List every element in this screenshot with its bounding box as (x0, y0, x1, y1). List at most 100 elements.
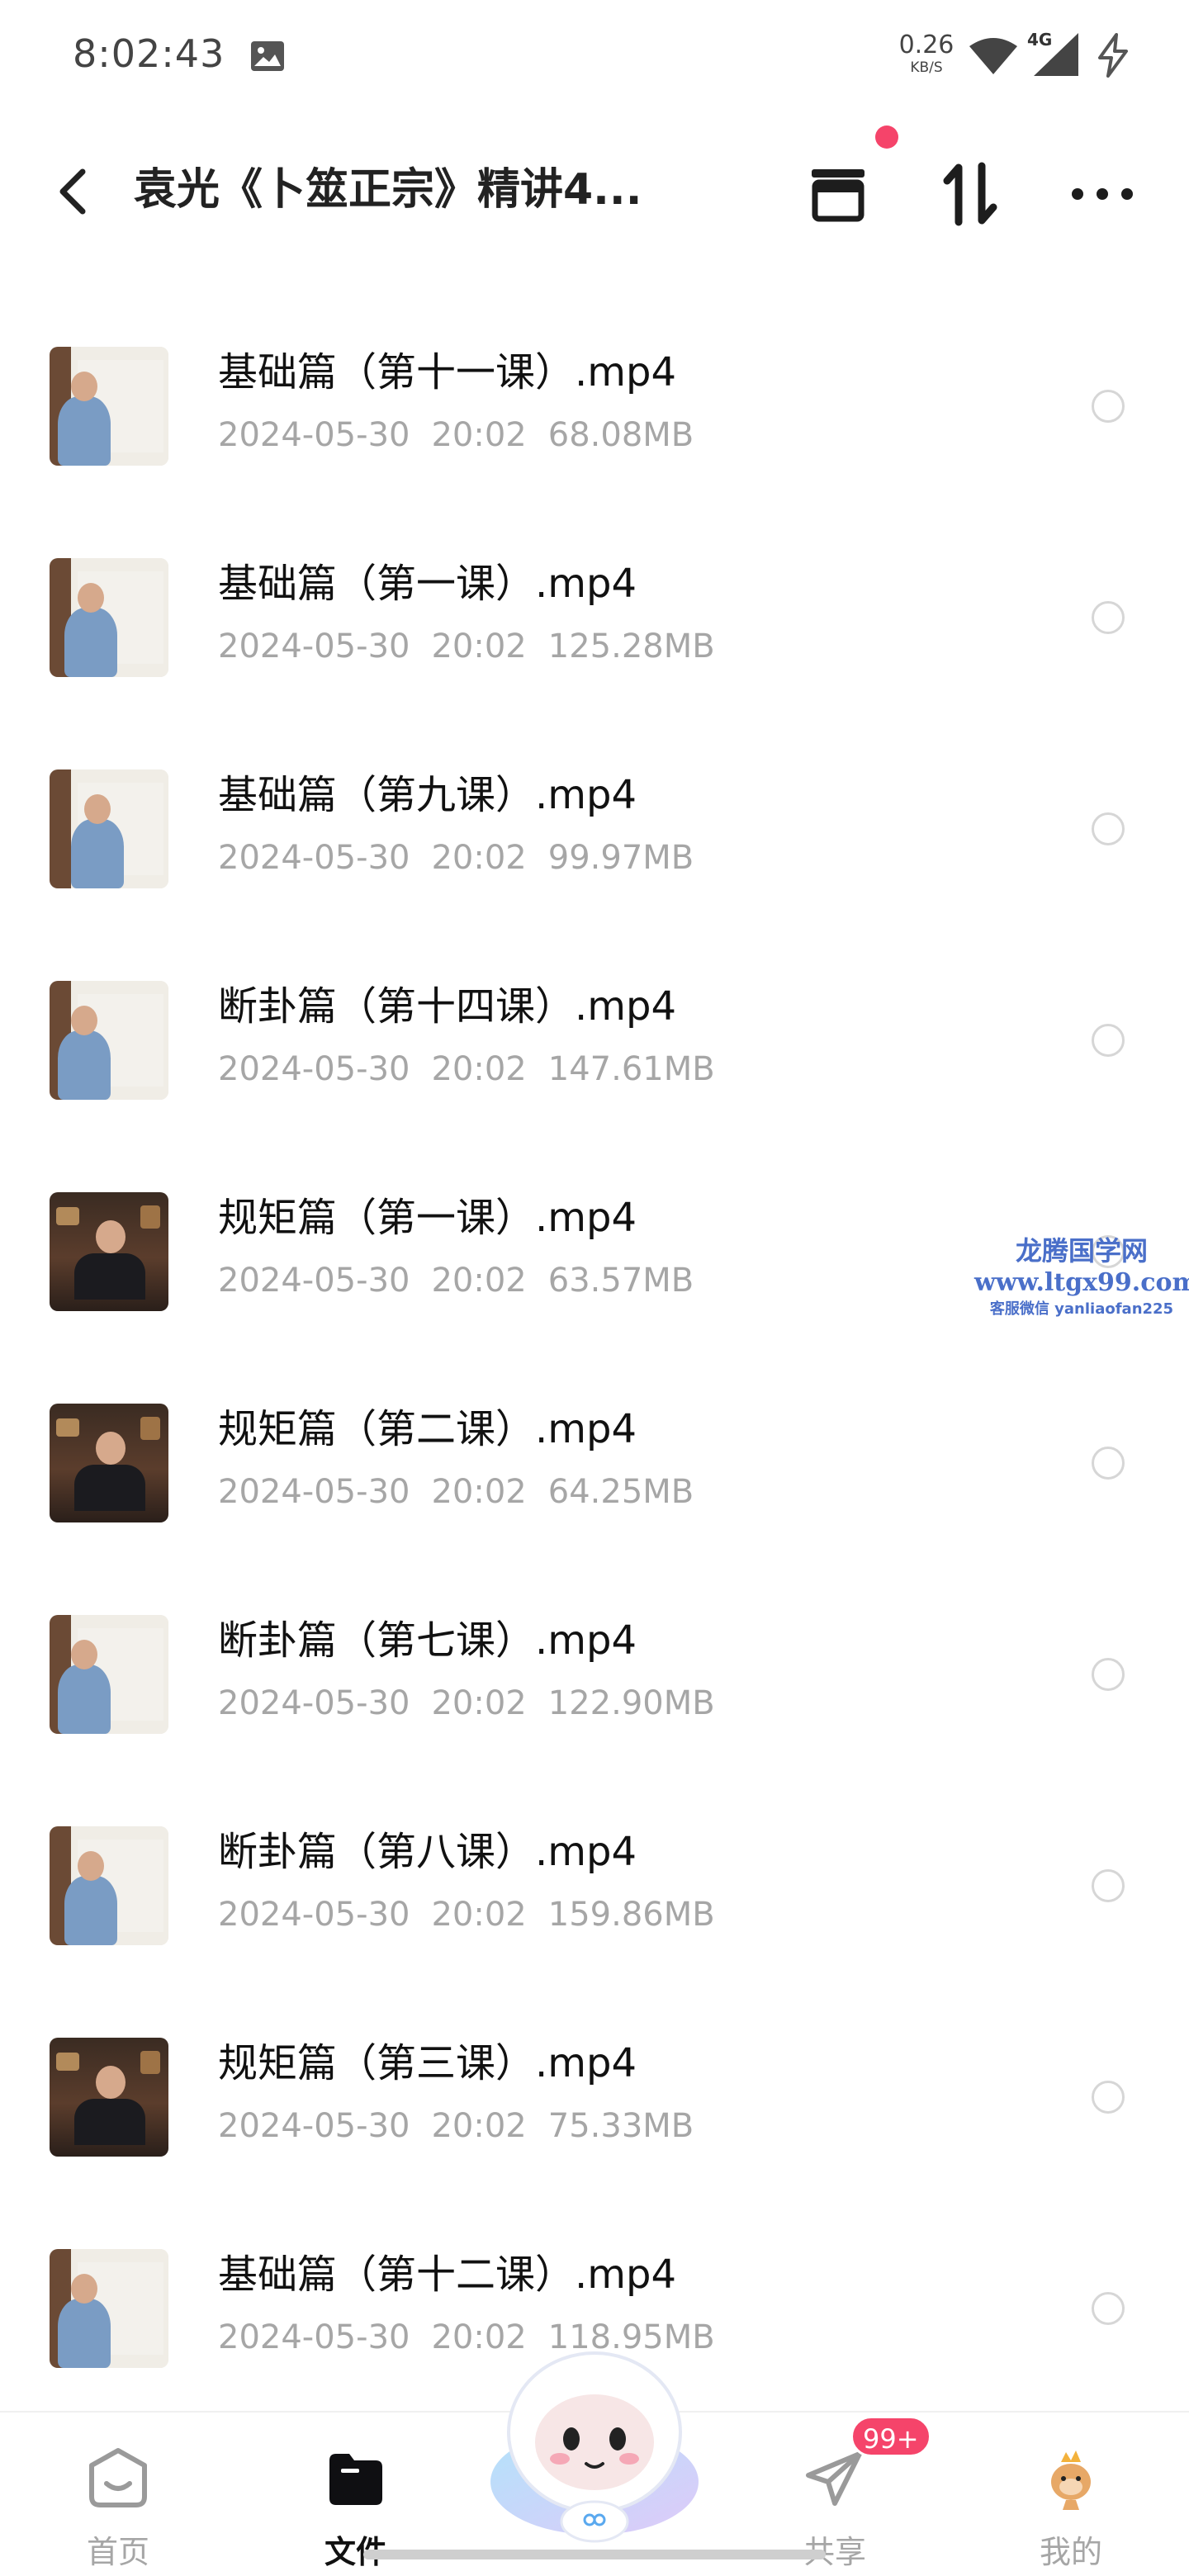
share-count-badge: 99+ (850, 2416, 931, 2457)
more-dots-icon (1072, 188, 1133, 200)
file-date: 2024-05-30 (218, 2107, 410, 2145)
file-meta: 2024-05-30 20:02 99.97MB (218, 839, 694, 877)
file-time: 20:02 (431, 627, 527, 665)
file-time: 20:02 (431, 839, 527, 877)
video-thumbnail (50, 981, 168, 1100)
file-size: 147.61MB (547, 1050, 715, 1088)
video-thumbnail (50, 1404, 168, 1522)
file-name: 基础篇（第十二课）.mp4 (218, 2252, 677, 2298)
file-meta: 2024-05-30 20:02 75.33MB (218, 2107, 694, 2145)
file-date: 2024-05-30 (218, 1262, 410, 1300)
select-checkbox[interactable] (1092, 1024, 1125, 1057)
file-date: 2024-05-30 (218, 1473, 410, 1511)
more-options-button[interactable] (1065, 157, 1139, 231)
video-thumbnail (50, 347, 168, 466)
file-list: 基础篇（第十一课）.mp4 2024-05-30 20:02 68.08MB 基础篇（第… (0, 322, 1189, 2436)
select-checkbox[interactable] (1092, 601, 1125, 634)
file-date: 2024-05-30 (218, 1050, 410, 1088)
home-smile-icon (89, 2448, 147, 2507)
ai-assistant-button[interactable] (482, 2342, 707, 2548)
sort-arrows-icon (943, 162, 997, 226)
archive-box-icon (812, 169, 865, 222)
file-size: 64.25MB (547, 1473, 694, 1511)
select-checkbox[interactable] (1092, 1658, 1125, 1691)
home-indicator (363, 2550, 826, 2559)
file-size: 75.33MB (547, 2107, 694, 2145)
file-row[interactable]: 断卦篇（第八课）.mp4 2024-05-30 20:02 159.86MB (0, 1802, 1189, 2013)
video-thumbnail (50, 1615, 168, 1734)
select-checkbox[interactable] (1092, 1869, 1125, 1902)
file-name: 规矩篇（第三课）.mp4 (218, 2040, 637, 2086)
network-speed: 0.26 KB/S (892, 33, 961, 75)
file-name: 规矩篇（第二课）.mp4 (218, 1406, 637, 1452)
folder-icon (329, 2454, 382, 2505)
page-title: 袁光《卜筮正宗》精讲4... (134, 165, 642, 215)
file-size: 159.86MB (547, 1896, 715, 1934)
file-time: 20:02 (431, 1050, 527, 1088)
file-name: 基础篇（第九课）.mp4 (218, 772, 637, 818)
select-checkbox[interactable] (1092, 812, 1125, 845)
video-thumbnail (50, 1826, 168, 1945)
select-checkbox[interactable] (1092, 390, 1125, 423)
status-time: 8:02:43 (73, 31, 225, 76)
select-checkbox[interactable] (1092, 1447, 1125, 1480)
paper-plane-icon (806, 2451, 862, 2506)
video-thumbnail (50, 2249, 168, 2368)
file-date: 2024-05-30 (218, 1896, 410, 1934)
network-type-label: 4G (1027, 30, 1053, 50)
video-thumbnail (50, 558, 168, 677)
nav-mine-label: 我的 (1039, 2534, 1102, 2570)
sort-button[interactable] (933, 157, 1007, 231)
file-name: 断卦篇（第十四课）.mp4 (218, 983, 677, 1030)
avatar-icon (1051, 2451, 1091, 2510)
file-time: 20:02 (431, 2107, 527, 2145)
file-time: 20:02 (431, 416, 527, 454)
archive-button[interactable] (801, 157, 875, 231)
file-row[interactable]: 断卦篇（第七课）.mp4 2024-05-30 20:02 122.90MB (0, 1590, 1189, 1802)
notification-dot (875, 125, 898, 149)
status-bar: 8:02:43 0.26 KB/S 4G (0, 0, 1189, 107)
file-row[interactable]: 规矩篇（第三课）.mp4 2024-05-30 20:02 75.33MB (0, 2013, 1189, 2224)
file-meta: 2024-05-30 20:02 64.25MB (218, 1473, 694, 1511)
file-row[interactable]: 基础篇（第一课）.mp4 2024-05-30 20:02 125.28MB (0, 533, 1189, 745)
header: 袁光《卜筮正宗》精讲4... (0, 140, 1189, 239)
file-date: 2024-05-30 (218, 839, 410, 877)
file-row[interactable]: 基础篇（第九课）.mp4 2024-05-30 20:02 99.97MB (0, 745, 1189, 956)
file-row[interactable]: 规矩篇（第二课）.mp4 2024-05-30 20:02 64.25MB (0, 1379, 1189, 1590)
file-time: 20:02 (431, 1896, 527, 1934)
charging-bolt-icon (1098, 33, 1128, 78)
video-thumbnail (50, 2038, 168, 2157)
file-size: 68.08MB (547, 416, 694, 454)
video-thumbnail (50, 1192, 168, 1311)
nav-mine[interactable]: 我的 (1009, 2429, 1133, 2570)
file-time: 20:02 (431, 1684, 527, 1722)
nav-home-label: 首页 (86, 2534, 149, 2570)
file-date: 2024-05-30 (218, 416, 410, 454)
back-button[interactable] (50, 165, 99, 218)
file-name: 基础篇（第一课）.mp4 (218, 561, 637, 607)
video-thumbnail (50, 769, 168, 888)
file-meta: 2024-05-30 20:02 125.28MB (218, 627, 715, 665)
watermark-url: www.ltgx99.com (974, 1268, 1189, 1297)
watermark-contact: 客服微信 yanliaofan225 (989, 1300, 1174, 1318)
file-row[interactable]: 基础篇（第十一课）.mp4 2024-05-30 20:02 68.08MB (0, 322, 1189, 533)
file-name: 断卦篇（第七课）.mp4 (218, 1617, 637, 1664)
select-checkbox[interactable] (1092, 2081, 1125, 2114)
select-checkbox[interactable] (1092, 2292, 1125, 2325)
file-date: 2024-05-30 (218, 627, 410, 665)
wifi-icon (969, 38, 1017, 74)
network-speed-value: 0.26 (898, 31, 955, 59)
file-size: 122.90MB (547, 1684, 715, 1722)
file-meta: 2024-05-30 20:02 159.86MB (218, 1896, 715, 1934)
file-time: 20:02 (431, 1262, 527, 1300)
file-name: 断卦篇（第八课）.mp4 (218, 1829, 637, 1875)
file-size: 99.97MB (547, 839, 694, 877)
file-row[interactable]: 断卦篇（第十四课）.mp4 2024-05-30 20:02 147.61MB (0, 956, 1189, 1167)
nav-files[interactable]: 文件 (294, 2429, 418, 2570)
nav-home[interactable]: 首页 (56, 2429, 180, 2570)
watermark-title: 龙腾国学网 (1015, 1235, 1148, 1267)
network-speed-unit: KB/S (910, 59, 943, 76)
file-meta: 2024-05-30 20:02 122.90MB (218, 1684, 715, 1722)
image-notification-icon (251, 41, 284, 71)
file-name: 基础篇（第十一课）.mp4 (218, 349, 677, 395)
